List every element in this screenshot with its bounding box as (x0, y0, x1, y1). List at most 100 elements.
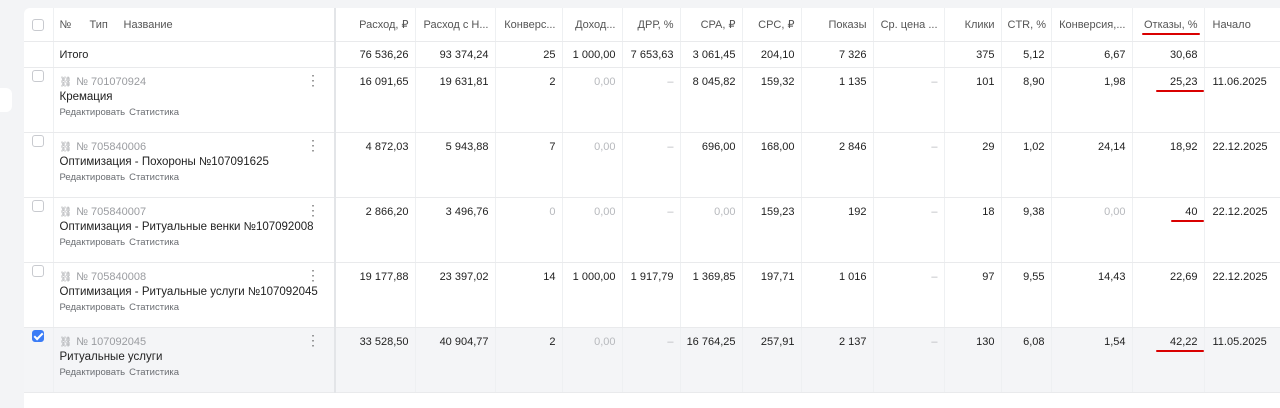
stats-link[interactable]: Статистика (129, 367, 179, 378)
total-cell: 25 (495, 41, 563, 68)
campaign-name[interactable]: Ритуальные услуги (60, 351, 329, 363)
metric-cell: 159,32 (742, 67, 802, 133)
metric-cell: 1 016 (801, 262, 874, 328)
stats-link[interactable]: Статистика (129, 237, 179, 248)
edit-link[interactable]: Редактировать (60, 107, 126, 118)
row-checkbox-cell (24, 67, 54, 133)
metric-cell: 33 528,50 (335, 327, 416, 393)
start-date: 11.05.2025 (1204, 327, 1280, 393)
metric-cell: 16 091,65 (335, 67, 416, 133)
campaign-id[interactable]: № 701070924 (76, 76, 146, 88)
stats-link[interactable]: Статистика (129, 172, 179, 183)
metric-cell: – (622, 327, 681, 393)
metric-cell: 3 496,76 (415, 197, 496, 263)
metric-cell: 0 (495, 197, 563, 263)
campaign-id[interactable]: № 705840006 (76, 141, 146, 153)
metric-cell: 2 846 (801, 132, 874, 198)
header-drr[interactable]: ДРР, % (622, 8, 681, 42)
stats-link[interactable]: Статистика (129, 107, 179, 118)
header-avg-price[interactable]: Ср. цена ... (873, 8, 945, 42)
row-checkbox[interactable] (32, 265, 45, 277)
total-cell: 76 536,26 (335, 41, 416, 68)
row-checkbox-cell (24, 327, 54, 393)
header-revenue[interactable]: Доход... (562, 8, 623, 42)
total-label: Итого (53, 41, 336, 68)
left-sidebar-strip (0, 0, 24, 408)
metric-cell: 1 369,85 (680, 262, 743, 328)
campaign-type-icon: ⛓ (59, 336, 73, 348)
metric-cell: 8,90 (1001, 67, 1052, 133)
total-cell: 7 326 (801, 41, 874, 68)
metric-cell: 168,00 (742, 132, 802, 198)
row-checkbox[interactable] (32, 135, 45, 147)
sidebar-collapse-tab[interactable] (0, 88, 12, 112)
header-cpa[interactable]: CPA, ₽ (680, 8, 743, 42)
total-cell: 375 (944, 41, 1002, 68)
metric-cell: 1 917,79 (622, 262, 681, 328)
metric-cell: 197,71 (742, 262, 802, 328)
metric-cell: 18 (944, 197, 1002, 263)
header-impressions[interactable]: Показы (801, 8, 874, 42)
row-checkbox-checked[interactable] (32, 330, 45, 342)
select-all-cell (24, 8, 54, 42)
bounce-cell: 25,23 (1132, 67, 1205, 133)
metric-cell: 1,54 (1051, 327, 1133, 393)
header-bounces[interactable]: Отказы, % (1132, 8, 1205, 42)
edit-link[interactable]: Редактировать (60, 367, 126, 378)
more-menu-icon[interactable]: ⋮ (306, 138, 320, 152)
metric-cell: 6,08 (1001, 327, 1052, 393)
metric-cell: 9,38 (1001, 197, 1052, 263)
total-row: Итого 76 536,26 93 374,24 25 1 000,00 7 … (24, 41, 1280, 68)
campaign-name[interactable]: Оптимизация - Ритуальные венки №10709200… (60, 221, 329, 233)
header-spend[interactable]: Расход, ₽ (335, 8, 416, 42)
bounces-header-underline: Отказы, % (1142, 18, 1199, 35)
total-cell: 7 653,63 (622, 41, 681, 68)
header-clicks[interactable]: Клики (944, 8, 1002, 42)
header-name[interactable]: Название (124, 19, 173, 31)
more-menu-icon[interactable]: ⋮ (306, 203, 320, 217)
metric-cell: 1,02 (1001, 132, 1052, 198)
campaign-id[interactable]: № 705840007 (76, 206, 146, 218)
select-all-checkbox[interactable] (32, 18, 45, 31)
campaign-id[interactable]: № 705840008 (76, 271, 146, 283)
campaign-name[interactable]: Оптимизация - Ритуальные услуги №1070920… (60, 286, 329, 298)
metric-cell: 7 (495, 132, 563, 198)
header-conversions[interactable]: Конверс... (495, 8, 563, 42)
more-menu-icon[interactable]: ⋮ (306, 268, 320, 282)
total-cell: 93 374,24 (415, 41, 496, 68)
header-spend-vat[interactable]: Расход с Н... (415, 8, 496, 42)
header-cpc[interactable]: CPC, ₽ (742, 8, 802, 42)
start-date: 11.06.2025 (1204, 67, 1280, 133)
header-ctr[interactable]: CTR, % (1001, 8, 1052, 42)
metric-cell: 1 000,00 (562, 262, 623, 328)
row-checkbox-cell (24, 262, 54, 328)
edit-link[interactable]: Редактировать (60, 237, 126, 248)
campaign-name[interactable]: Кремация (60, 91, 329, 103)
header-conversion-rate[interactable]: Конверсия,... (1051, 8, 1133, 42)
header-start[interactable]: Начало (1204, 8, 1280, 42)
total-cell: 30,68 (1132, 41, 1205, 68)
campaign-row: ⛓ № 705840007 Оптимизация - Ритуальные ве… (24, 197, 1280, 263)
edit-link[interactable]: Редактировать (60, 172, 126, 183)
header-type[interactable]: Тип (90, 19, 124, 31)
table-header-row: № Тип Название Расход, ₽ Расход с Н... Кон… (24, 8, 1280, 42)
row-checkbox[interactable] (32, 70, 45, 82)
total-cell: 204,10 (742, 41, 802, 68)
stats-link[interactable]: Статистика (129, 302, 179, 313)
row-checkbox[interactable] (32, 200, 45, 212)
edit-link[interactable]: Редактировать (60, 302, 126, 313)
metric-cell: 2 137 (801, 327, 874, 393)
campaign-name[interactable]: Оптимизация - Похороны №107091625 (60, 156, 329, 168)
metric-cell: 2 866,20 (335, 197, 416, 263)
metric-cell: 101 (944, 67, 1002, 133)
row-checkbox-cell (24, 197, 54, 263)
more-menu-icon[interactable]: ⋮ (306, 73, 320, 87)
campaign-id[interactable]: № 107092045 (76, 336, 146, 348)
metric-cell: 130 (944, 327, 1002, 393)
bounce-cell: 18,92 (1132, 132, 1205, 198)
metric-cell: – (873, 132, 945, 198)
metric-cell: 14,43 (1051, 262, 1133, 328)
more-menu-icon[interactable]: ⋮ (306, 333, 320, 347)
header-number[interactable]: № (60, 19, 90, 31)
total-cell: 5,12 (1001, 41, 1052, 68)
